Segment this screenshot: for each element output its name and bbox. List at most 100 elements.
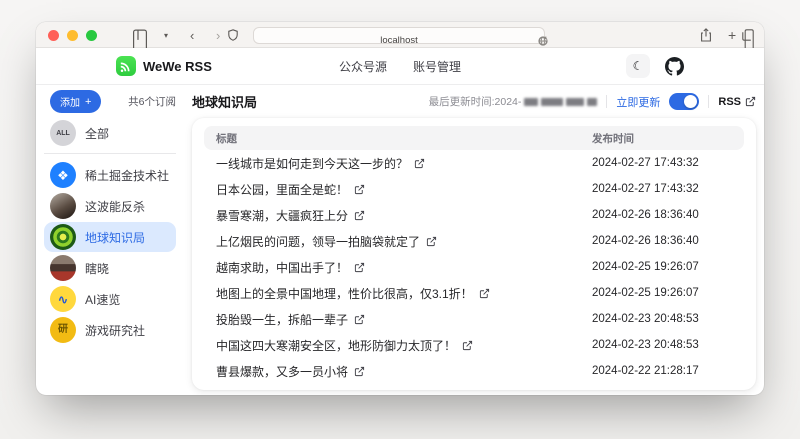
sidebar-item-youyan[interactable]: 研 游戏研究社	[44, 315, 176, 345]
table-row: 暴雪寒潮，大疆疯狂上分 2024-02-26 18:36:40	[204, 202, 744, 228]
avatar	[50, 224, 76, 250]
wewe-rss-logo-icon	[116, 56, 136, 76]
article-title: 中国这四大寒潮安全区，地形防御力太顶了！	[216, 337, 456, 354]
sidebar-item-xiaxiao[interactable]: 瞎晓	[44, 253, 176, 283]
feed-title: 地球知识局	[192, 92, 257, 111]
external-link-icon	[354, 366, 365, 377]
article-link[interactable]: 日本公园，里面全是蛇！	[216, 181, 592, 198]
address-bar[interactable]: localhost	[253, 27, 545, 44]
column-header-title: 标题	[216, 131, 592, 146]
back-button[interactable]: ‹	[190, 22, 194, 48]
article-title: 日本公园，里面全是蛇！	[216, 181, 348, 198]
minimize-window-button[interactable]	[67, 30, 78, 41]
sidebar-item-label: 瞎晓	[85, 260, 109, 277]
external-link-icon	[414, 158, 425, 169]
divider	[708, 95, 709, 108]
sidebar-item-diqiu[interactable]: 地球知识局	[44, 222, 176, 252]
article-link[interactable]: 一线城市是如何走到今天这一步的？	[216, 155, 592, 172]
table-row: 地图上的全景中国地理，性价比很高，仅3.1折！ 2024-02-25 19:26…	[204, 280, 744, 306]
article-link[interactable]: 曹县爆款，又多一员小将	[216, 363, 592, 380]
articles-table-card: 标题 发布时间 一线城市是如何走到今天这一步的？ 2024-02-27 17:4…	[192, 118, 756, 390]
sidebar-item-label: 稀土掘金技术社区	[85, 167, 170, 184]
new-tab-icon[interactable]: +	[728, 22, 736, 48]
browser-chrome: ▾ ‹ › localhost +	[36, 22, 764, 48]
table-row: 投胎毁一生，拆船一辈子 2024-02-23 20:48:53	[204, 306, 744, 332]
table-row: 上亿烟民的问题，领导一拍脑袋就定了 2024-02-26 18:36:40	[204, 228, 744, 254]
external-link-icon	[745, 96, 756, 107]
plus-icon: +	[85, 96, 91, 108]
sidebar-list: ❖ 稀土掘金技术社区 这波能反杀 地球知识局 瞎晓 ∿ AI速览 研 游戏研究社	[44, 160, 176, 345]
sidebar: 添加+ 共6个订阅 ALL 全部 ❖ 稀土掘金技术社区 这波能反杀 地球知识局 …	[36, 85, 186, 395]
article-title: 地图上的全景中国地理，性价比很高，仅3.1折！	[216, 285, 473, 302]
table-row: 日本公园，里面全是蛇！ 2024-02-27 17:43:32	[204, 176, 744, 202]
main-nav: 公众号源 账号管理	[339, 58, 461, 75]
column-header-time: 发布时间	[592, 131, 732, 146]
external-link-icon	[354, 314, 365, 325]
article-link[interactable]: 越南求助，中国出手了！	[216, 259, 592, 276]
external-link-icon	[354, 262, 365, 273]
article-time: 2024-02-22 21:28:17	[592, 365, 732, 377]
article-time: 2024-02-25 19:26:07	[592, 261, 732, 273]
avatar	[50, 193, 76, 219]
dark-mode-toggle-button[interactable]: ☾	[626, 54, 650, 78]
zoom-window-button[interactable]	[86, 30, 97, 41]
sidebar-item-ai-sulan[interactable]: ∿ AI速览	[44, 284, 176, 314]
browser-window: ▾ ‹ › localhost +	[36, 22, 764, 395]
update-now-link[interactable]: 立即更新	[616, 94, 660, 110]
traffic-lights	[48, 22, 97, 48]
external-link-icon	[479, 288, 490, 299]
sidebar-divider	[44, 153, 176, 154]
sidebar-item-label: 地球知识局	[85, 229, 145, 246]
avatar: ❖	[50, 162, 76, 188]
article-link[interactable]: 投胎毁一生，拆船一辈子	[216, 311, 592, 328]
article-title: 投胎毁一生，拆船一辈子	[216, 311, 348, 328]
article-link[interactable]: 中国这四大寒潮安全区，地形防御力太顶了！	[216, 337, 592, 354]
article-link[interactable]: 上亿烟民的问题，领导一拍脑袋就定了	[216, 233, 592, 250]
article-time: 2024-02-26 18:36:40	[592, 235, 732, 247]
sidebar-item-juejin[interactable]: ❖ 稀土掘金技术社区	[44, 160, 176, 190]
add-feed-button[interactable]: 添加+	[50, 90, 101, 113]
sidebar-item-label: AI速览	[85, 291, 120, 308]
feed-enabled-toggle[interactable]	[669, 93, 699, 110]
sidebar-item-label: 这波能反杀	[85, 198, 145, 215]
avatar: 研	[50, 317, 76, 343]
article-title: 越南求助，中国出手了！	[216, 259, 348, 276]
nav-item-accounts[interactable]: 账号管理	[413, 58, 461, 75]
main-panel: 地球知识局 最后更新时间:2024- 立即更新 RSS	[186, 85, 764, 395]
avatar	[50, 255, 76, 281]
close-window-button[interactable]	[48, 30, 59, 41]
article-link[interactable]: 暴雪寒潮，大疆疯狂上分	[216, 207, 592, 224]
sidebar-item-zhebo[interactable]: 这波能反杀	[44, 191, 176, 221]
table-header: 标题 发布时间	[204, 126, 744, 150]
table-row: 中国这四大寒潮安全区，地形防御力太顶了！ 2024-02-23 20:48:53	[204, 332, 744, 358]
redacted-timestamp	[524, 98, 597, 106]
moon-icon: ☾	[633, 59, 644, 73]
last-update-time: 最后更新时间:2024-	[429, 94, 598, 109]
article-title: 暴雪寒潮，大疆疯狂上分	[216, 207, 348, 224]
article-time: 2024-02-27 17:43:32	[592, 157, 732, 169]
app-header: WeWe RSS 公众号源 账号管理 ☾	[36, 48, 764, 85]
github-icon[interactable]	[665, 57, 684, 76]
article-link[interactable]: 地图上的全景中国地理，性价比很高，仅3.1折！	[216, 285, 592, 302]
brand: WeWe RSS	[116, 56, 212, 76]
article-title: 曹县爆款，又多一员小将	[216, 363, 348, 380]
app-title: WeWe RSS	[143, 59, 212, 74]
sidebar-item-label: 游戏研究社	[85, 322, 145, 339]
table-rows: 一线城市是如何走到今天这一步的？ 2024-02-27 17:43:32 日本公…	[204, 150, 744, 384]
article-time: 2024-02-27 17:43:32	[592, 183, 732, 195]
table-row: 越南求助，中国出手了！ 2024-02-25 19:26:07	[204, 254, 744, 280]
article-time: 2024-02-26 18:36:40	[592, 209, 732, 221]
article-time: 2024-02-23 20:48:53	[592, 313, 732, 325]
external-link-icon	[354, 210, 365, 221]
rss-link[interactable]: RSS	[718, 96, 756, 108]
external-link-icon	[462, 340, 473, 351]
forward-button[interactable]: ›	[216, 22, 220, 48]
sidebar-item-label: 全部	[85, 125, 109, 142]
chevron-down-icon[interactable]: ▾	[164, 22, 168, 48]
external-link-icon	[354, 184, 365, 195]
external-link-icon	[426, 236, 437, 247]
divider	[606, 95, 607, 108]
article-time: 2024-02-25 19:26:07	[592, 287, 732, 299]
sidebar-item-all[interactable]: ALL 全部	[44, 118, 176, 148]
nav-item-feeds[interactable]: 公众号源	[339, 58, 387, 75]
